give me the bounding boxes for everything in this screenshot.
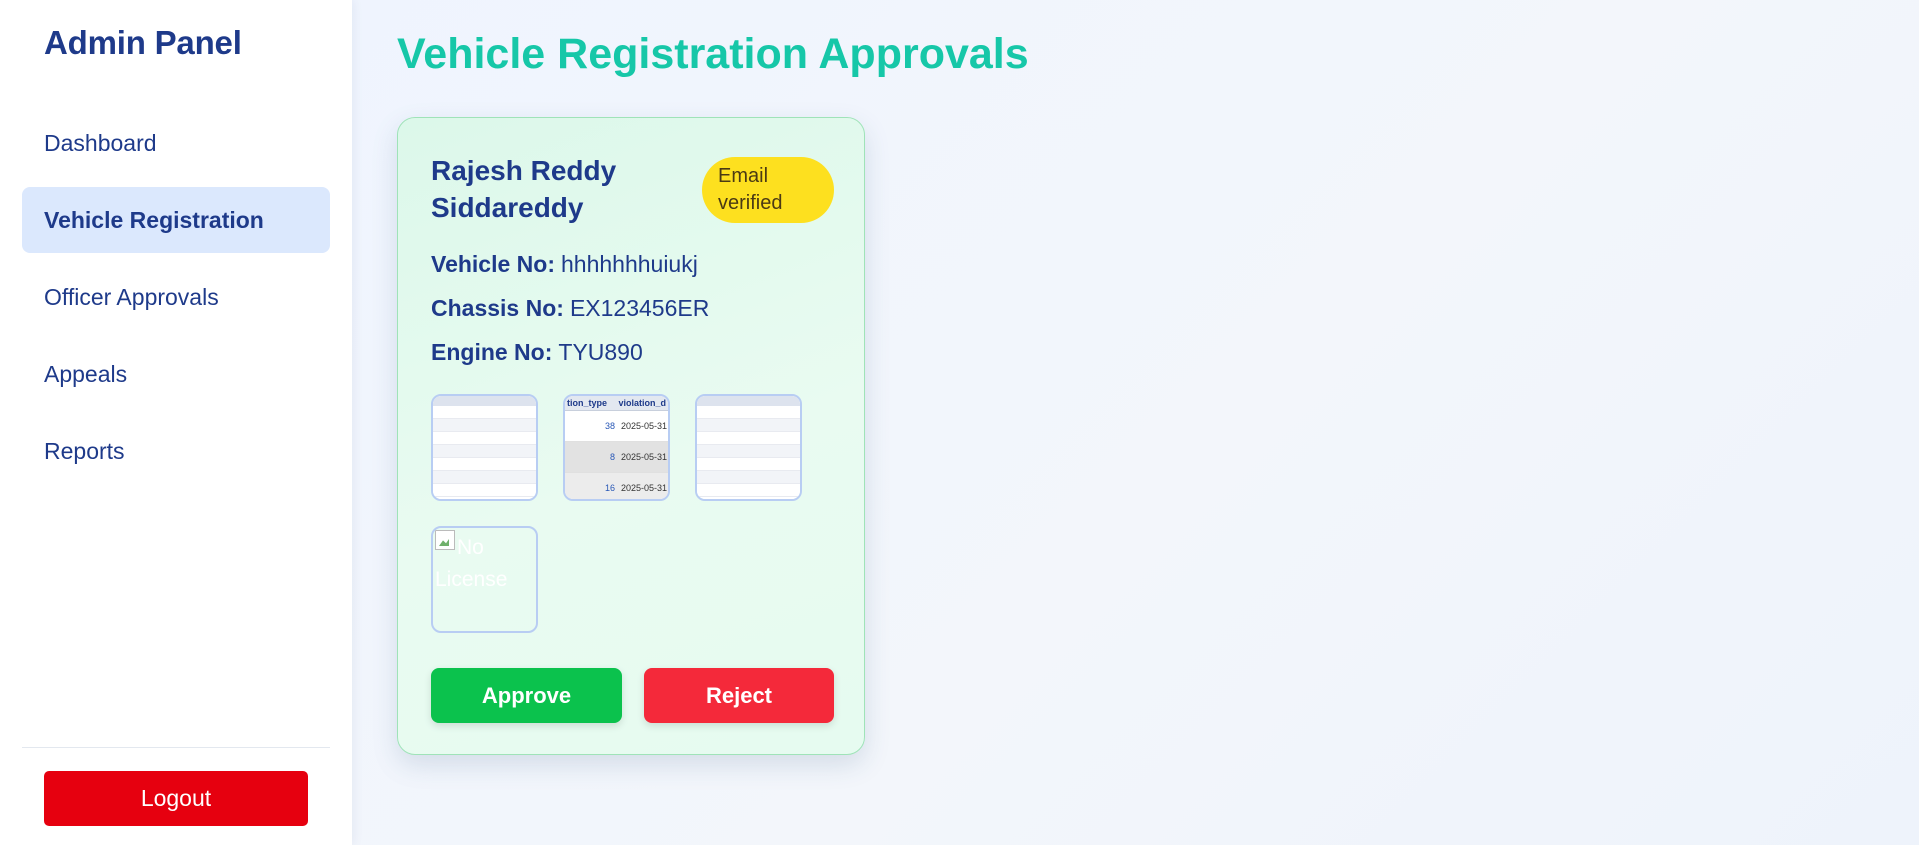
sidebar-title: Admin Panel (44, 24, 242, 61)
reject-button[interactable]: Reject (644, 668, 834, 723)
sidebar-item-dashboard[interactable]: Dashboard (22, 110, 330, 176)
license-alt-text: No License (435, 536, 508, 591)
owner-name: Rajesh Reddy Siddareddy (431, 155, 617, 223)
vehicle-no-value: hhhhhhhuiukj (560, 251, 698, 277)
sidebar-nav: Dashboard Vehicle Registration Officer A… (22, 110, 330, 495)
violation-count: 8 (609, 452, 615, 462)
sidebar-divider (22, 747, 330, 748)
table-row: 8 2025-05-31 (565, 442, 668, 473)
engine-no-row: Engine No: TYU890 (431, 339, 643, 366)
violation-date: 2025-05-31 (621, 452, 668, 462)
violation-count: 16 (604, 483, 615, 493)
license-image-placeholder[interactable]: No License (431, 526, 538, 633)
sidebar-item-appeals[interactable]: Appeals (22, 341, 330, 407)
engine-no-value: TYU890 (558, 339, 643, 365)
document-thumbnail-1[interactable] (431, 394, 538, 501)
vehicle-no-row: Vehicle No: hhhhhhhuiukj (431, 251, 698, 278)
sidebar-item-officer-approvals[interactable]: Officer Approvals (22, 264, 330, 330)
violations-table-header: tion_type violation_d (565, 396, 668, 411)
vehicle-no-label: Vehicle No: (431, 251, 555, 277)
registration-card: Rajesh Reddy Siddareddy Email verified V… (397, 117, 865, 755)
table-row: 38 2025-05-31 (565, 411, 668, 442)
violation-date: 2025-05-31 (621, 421, 668, 431)
violation-count: 38 (604, 421, 615, 431)
approve-button[interactable]: Approve (431, 668, 622, 723)
column-header-type: tion_type (567, 398, 608, 408)
engine-no-label: Engine No: (431, 339, 553, 365)
logout-button[interactable]: Logout (44, 771, 308, 826)
chassis-no-value: EX123456ER (569, 295, 710, 321)
spreadsheet-image (697, 396, 800, 499)
document-thumbnail-2[interactable]: tion_type violation_d 38 2025-05-31 8 20… (563, 394, 670, 501)
page-title: Vehicle Registration Approvals (397, 30, 1029, 78)
sidebar-item-vehicle-registration[interactable]: Vehicle Registration (22, 187, 330, 253)
spreadsheet-image (433, 396, 536, 499)
column-header-date: violation_d (618, 398, 667, 408)
sidebar: Admin Panel Dashboard Vehicle Registrati… (0, 0, 352, 845)
chassis-no-row: Chassis No: EX123456ER (431, 295, 709, 322)
status-badge: Email verified (702, 157, 834, 223)
violation-date: 2025-05-31 (621, 483, 668, 493)
document-thumbnail-3[interactable] (695, 394, 802, 501)
table-row: 16 2025-05-31 (565, 473, 668, 499)
chassis-no-label: Chassis No: (431, 295, 564, 321)
sidebar-item-reports[interactable]: Reports (22, 418, 330, 484)
